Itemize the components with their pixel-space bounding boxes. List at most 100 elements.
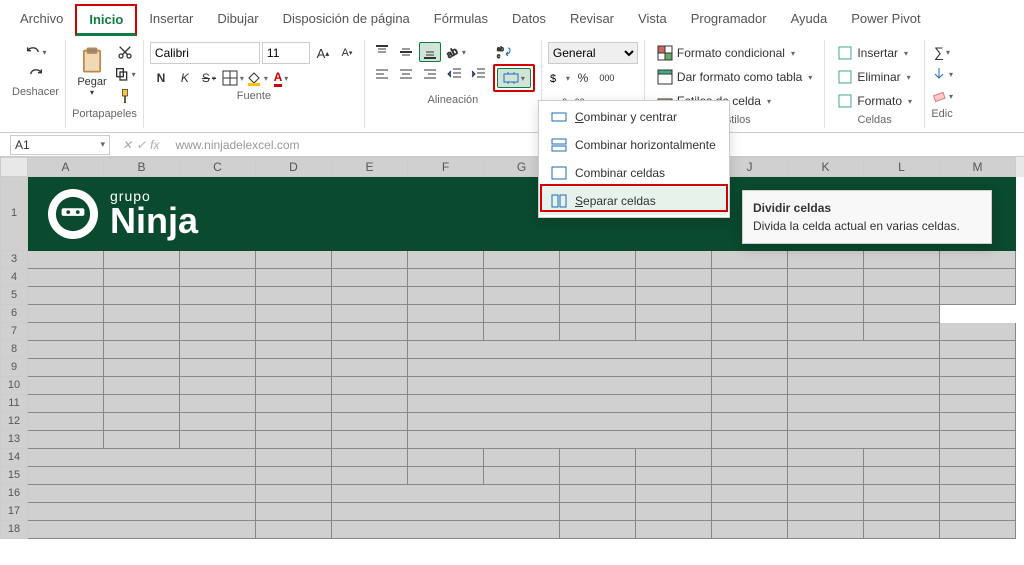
table-row[interactable] (28, 287, 1016, 305)
row-header[interactable]: 14 (0, 449, 28, 467)
tab-disposicion[interactable]: Disposición de página (271, 5, 422, 35)
row-header[interactable]: 8 (0, 341, 28, 359)
fill-color-button[interactable] (246, 68, 268, 88)
tab-vista[interactable]: Vista (626, 5, 679, 35)
font-name-select[interactable] (150, 42, 260, 64)
confirm-formula-icon[interactable]: ✓ (136, 138, 146, 152)
redo-button[interactable] (25, 64, 47, 84)
merged-cell[interactable] (408, 359, 712, 377)
merge-button[interactable] (497, 68, 531, 88)
table-row[interactable] (28, 503, 1016, 521)
name-box[interactable]: A1▾ (10, 135, 110, 155)
row-header[interactable]: 11 (0, 395, 28, 413)
row-header[interactable]: 13 (0, 431, 28, 449)
merged-cell[interactable] (332, 521, 560, 539)
format-table-button[interactable]: Dar formato como tabla (651, 66, 818, 88)
col-header[interactable]: K (788, 157, 864, 177)
row-header[interactable]: 9 (0, 359, 28, 377)
align-top-button[interactable] (371, 42, 393, 62)
merged-cell[interactable] (28, 521, 256, 539)
merged-cell[interactable] (408, 341, 712, 359)
table-row[interactable] (28, 395, 1016, 413)
table-row[interactable] (28, 341, 1016, 359)
format-painter-button[interactable] (114, 86, 136, 106)
increase-font-button[interactable]: A▴ (312, 43, 334, 63)
table-row[interactable] (28, 305, 1016, 323)
merged-cell[interactable] (28, 503, 256, 521)
autosum-button[interactable]: ∑ (931, 42, 953, 62)
comma-button[interactable]: 000 (596, 68, 618, 88)
paste-button[interactable]: Pegar ▾ (73, 42, 110, 101)
row-header[interactable]: 18 (0, 521, 28, 539)
cut-button[interactable] (114, 42, 136, 62)
tab-programador[interactable]: Programador (679, 5, 779, 35)
copy-button[interactable] (114, 64, 136, 84)
wrap-text-button[interactable]: abc (493, 42, 515, 62)
table-row[interactable] (28, 359, 1016, 377)
align-right-button[interactable] (419, 64, 441, 84)
row-header[interactable]: 4 (0, 269, 28, 287)
merged-cell[interactable] (28, 467, 256, 485)
row-header[interactable]: 7 (0, 323, 28, 341)
decrease-indent-button[interactable] (444, 64, 466, 84)
col-header[interactable]: A (28, 157, 104, 177)
fill-button[interactable] (931, 64, 953, 84)
col-header[interactable]: F (408, 157, 484, 177)
cancel-formula-icon[interactable]: ✕ (122, 138, 132, 152)
table-row[interactable] (28, 377, 1016, 395)
merged-cell[interactable] (408, 395, 712, 413)
row-header[interactable]: 17 (0, 503, 28, 521)
bold-button[interactable]: N (150, 68, 172, 88)
merge-cells-item[interactable]: Combinar celdas (541, 159, 727, 187)
merged-cell[interactable] (788, 413, 940, 431)
table-row[interactable] (28, 251, 1016, 269)
number-format-select[interactable]: General (548, 42, 638, 64)
merged-cell[interactable] (408, 377, 712, 395)
merged-cell[interactable] (788, 359, 940, 377)
row-header[interactable]: 3 (0, 251, 28, 269)
select-all-corner[interactable] (0, 157, 28, 177)
table-row[interactable] (28, 413, 1016, 431)
row-header[interactable]: 15 (0, 467, 28, 485)
undo-button[interactable] (25, 42, 47, 62)
decrease-font-button[interactable]: A▾ (336, 43, 358, 63)
delete-cells-button[interactable]: Eliminar (831, 66, 916, 88)
percent-button[interactable]: % (572, 68, 594, 88)
tab-formulas[interactable]: Fórmulas (422, 5, 500, 35)
currency-button[interactable]: $ (548, 68, 570, 88)
row-header[interactable]: 5 (0, 287, 28, 305)
tab-powerpivot[interactable]: Power Pivot (839, 5, 932, 35)
align-left-button[interactable] (371, 64, 393, 84)
conditional-format-button[interactable]: Formato condicional (651, 42, 801, 64)
row-header[interactable]: 6 (0, 305, 28, 323)
fx-icon[interactable]: fx (150, 138, 159, 152)
cell-grid[interactable] (28, 251, 1016, 539)
tab-dibujar[interactable]: Dibujar (205, 5, 270, 35)
merged-cell[interactable] (788, 431, 940, 449)
table-row[interactable] (28, 431, 1016, 449)
merged-cell[interactable] (788, 377, 940, 395)
clear-button[interactable] (931, 86, 953, 106)
format-cells-button[interactable]: Formato (831, 90, 918, 112)
table-row[interactable] (28, 467, 1016, 485)
tab-insertar[interactable]: Insertar (137, 5, 205, 35)
row-header[interactable]: 16 (0, 485, 28, 503)
unmerge-cells-item[interactable]: Separar celdas (541, 187, 727, 215)
col-header[interactable]: E (332, 157, 408, 177)
col-header[interactable]: B (104, 157, 180, 177)
borders-button[interactable] (222, 68, 244, 88)
row-header[interactable]: 1 (0, 177, 28, 251)
row-header[interactable]: 12 (0, 413, 28, 431)
merged-cell[interactable] (788, 395, 940, 413)
col-header[interactable]: C (180, 157, 256, 177)
tab-ayuda[interactable]: Ayuda (779, 5, 840, 35)
merged-cell[interactable] (332, 503, 560, 521)
merged-cell[interactable] (408, 431, 712, 449)
col-header[interactable]: L (864, 157, 940, 177)
underline-button[interactable]: S (198, 68, 220, 88)
table-row[interactable] (28, 485, 1016, 503)
merged-cell[interactable] (28, 485, 256, 503)
insert-cells-button[interactable]: Insertar (831, 42, 914, 64)
merged-cell[interactable] (788, 341, 940, 359)
align-bottom-button[interactable] (419, 42, 441, 62)
